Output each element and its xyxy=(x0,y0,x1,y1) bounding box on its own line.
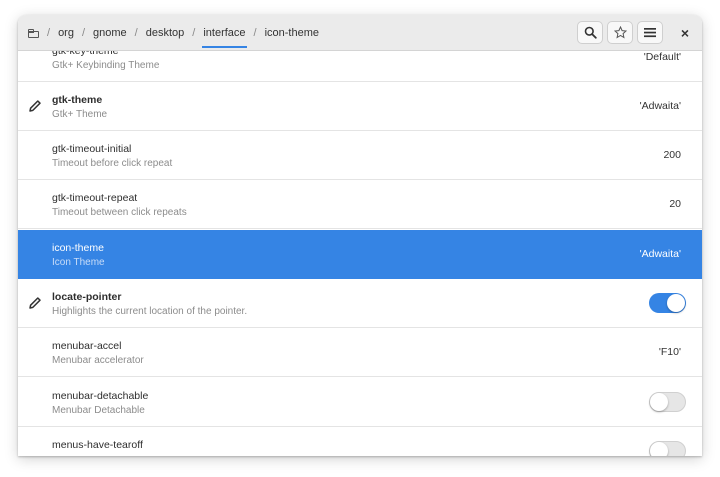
hamburger-menu-icon xyxy=(644,28,656,38)
search-icon xyxy=(584,26,597,39)
locate-pointer-switch[interactable] xyxy=(649,293,686,313)
breadcrumb-gnome[interactable]: gnome xyxy=(92,27,128,39)
key-description: Highlights the current location of the p… xyxy=(52,306,248,317)
key-description: Icon Theme xyxy=(52,257,105,268)
key-description: Timeout before click repeat xyxy=(52,158,173,169)
key-description: Gtk+ Theme xyxy=(52,109,108,120)
list-item[interactable]: menubar-detachable Menubar Detachable xyxy=(18,378,702,427)
switch-knob xyxy=(667,294,685,312)
list-item[interactable]: gtk-timeout-initial Timeout before click… xyxy=(18,131,702,180)
list-item-selected[interactable]: icon-theme Icon Theme 'Adwaita' xyxy=(18,230,702,279)
path-separator: / xyxy=(81,26,86,39)
key-value: 'Adwaita' xyxy=(639,100,681,112)
key-description: Timeout between click repeats xyxy=(52,207,187,218)
pencil-icon xyxy=(29,297,41,309)
switch-knob xyxy=(650,393,668,411)
key-value: 'F10' xyxy=(658,346,681,358)
breadcrumb: / org / gnome / desktop / interface / ic… xyxy=(28,15,320,50)
keys-list[interactable]: gtk-key-theme Gtk+ Keybinding Theme 'Def… xyxy=(18,51,702,456)
menubar-detachable-switch[interactable] xyxy=(649,392,686,412)
key-name: menus-have-tearoff xyxy=(52,439,143,451)
path-separator: / xyxy=(192,26,196,39)
main-menu-button[interactable] xyxy=(637,21,663,44)
close-icon: × xyxy=(680,24,690,41)
folder-root-icon[interactable] xyxy=(28,28,39,38)
key-name: gtk-timeout-initial xyxy=(52,143,132,155)
list-item[interactable]: gtk-timeout-repeat Timeout between click… xyxy=(18,180,702,229)
close-button[interactable]: × xyxy=(672,21,698,44)
list-item[interactable]: gtk-theme Gtk+ Theme 'Adwaita' xyxy=(18,82,702,131)
dconf-editor-window: / org / gnome / desktop / interface / ic… xyxy=(18,15,702,456)
list-item[interactable]: menus-have-tearoff xyxy=(18,427,702,456)
bookmarks-button[interactable] xyxy=(607,21,633,44)
breadcrumb-desktop[interactable]: desktop xyxy=(145,27,186,39)
key-name: gtk-key-theme xyxy=(52,51,119,57)
key-name: menubar-detachable xyxy=(52,390,149,402)
key-value: 'Default' xyxy=(643,51,681,63)
key-description: Menubar accelerator xyxy=(52,355,144,366)
list-item[interactable]: locate-pointer Highlights the current lo… xyxy=(18,279,702,328)
switch-knob xyxy=(650,442,668,456)
path-separator: / xyxy=(134,26,138,39)
key-description: Menubar Detachable xyxy=(52,405,145,416)
key-value: 'Adwaita' xyxy=(639,248,681,260)
key-description: Gtk+ Keybinding Theme xyxy=(52,60,160,71)
key-name: locate-pointer xyxy=(52,291,122,303)
breadcrumb-icon-theme[interactable]: icon-theme xyxy=(264,27,320,39)
list-item[interactable]: gtk-key-theme Gtk+ Keybinding Theme 'Def… xyxy=(18,51,702,82)
list-item[interactable]: menubar-accel Menubar accelerator 'F10' xyxy=(18,328,702,377)
breadcrumb-org[interactable]: org xyxy=(57,27,75,39)
key-name: menubar-accel xyxy=(52,340,122,352)
star-icon xyxy=(613,26,627,39)
breadcrumb-interface[interactable]: interface xyxy=(202,27,247,48)
header-bar: / org / gnome / desktop / interface / ic… xyxy=(18,15,702,51)
path-separator: / xyxy=(253,26,257,39)
path-separator: / xyxy=(47,26,51,39)
search-button[interactable] xyxy=(577,21,603,44)
key-name: gtk-theme xyxy=(52,94,103,106)
key-name: gtk-timeout-repeat xyxy=(52,192,138,204)
menus-have-tearoff-switch[interactable] xyxy=(649,441,686,456)
key-value: 20 xyxy=(669,198,681,210)
pencil-icon xyxy=(29,100,41,112)
key-name: icon-theme xyxy=(52,242,104,254)
key-value: 200 xyxy=(663,149,681,161)
